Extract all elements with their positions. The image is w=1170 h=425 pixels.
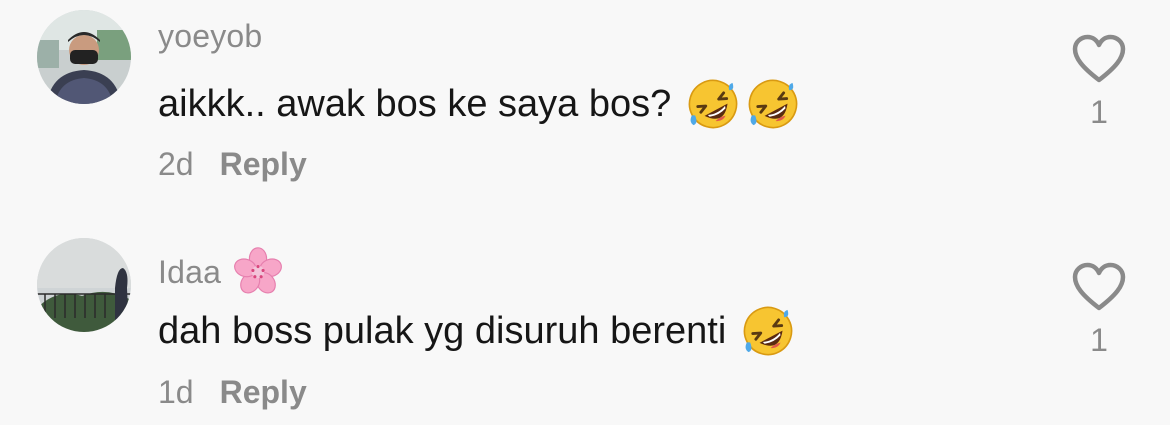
like-count: 1 xyxy=(1090,94,1108,130)
heart-icon xyxy=(1072,34,1126,84)
rolling-on-floor-laughing-icon xyxy=(687,78,739,130)
comment-text-content: dah boss pulak yg disuruh berenti xyxy=(158,310,727,352)
heart-icon xyxy=(1072,262,1126,312)
profile-photo-icon xyxy=(37,238,131,332)
like-count: 1 xyxy=(1090,322,1108,358)
comment-time: 2d xyxy=(158,146,194,182)
comment-meta: 2d Reply xyxy=(158,148,307,180)
comment-meta: 1d Reply xyxy=(158,376,307,408)
username[interactable]: yoeyob xyxy=(158,20,262,52)
avatar[interactable] xyxy=(37,10,131,104)
rolling-on-floor-laughing-icon xyxy=(742,305,794,357)
comment-time: 1d xyxy=(158,374,194,410)
username-text: Idaa xyxy=(158,254,222,290)
comment-text: aikkk.. awak bos ke saya bos? xyxy=(158,78,799,130)
comment-text: dah boss pulak yg disuruh berenti xyxy=(158,305,794,357)
like-button[interactable] xyxy=(1072,34,1126,84)
rolling-on-floor-laughing-icon xyxy=(747,78,799,130)
like-button[interactable] xyxy=(1072,262,1126,312)
profile-photo-icon xyxy=(37,10,131,104)
cherry-blossom-icon xyxy=(233,247,283,297)
username[interactable]: Idaa xyxy=(158,247,283,297)
reply-button[interactable]: Reply xyxy=(220,374,307,410)
avatar[interactable] xyxy=(37,238,131,332)
comment-text-content: aikkk.. awak bos ke saya bos? xyxy=(158,83,672,125)
reply-button[interactable]: Reply xyxy=(220,146,307,182)
